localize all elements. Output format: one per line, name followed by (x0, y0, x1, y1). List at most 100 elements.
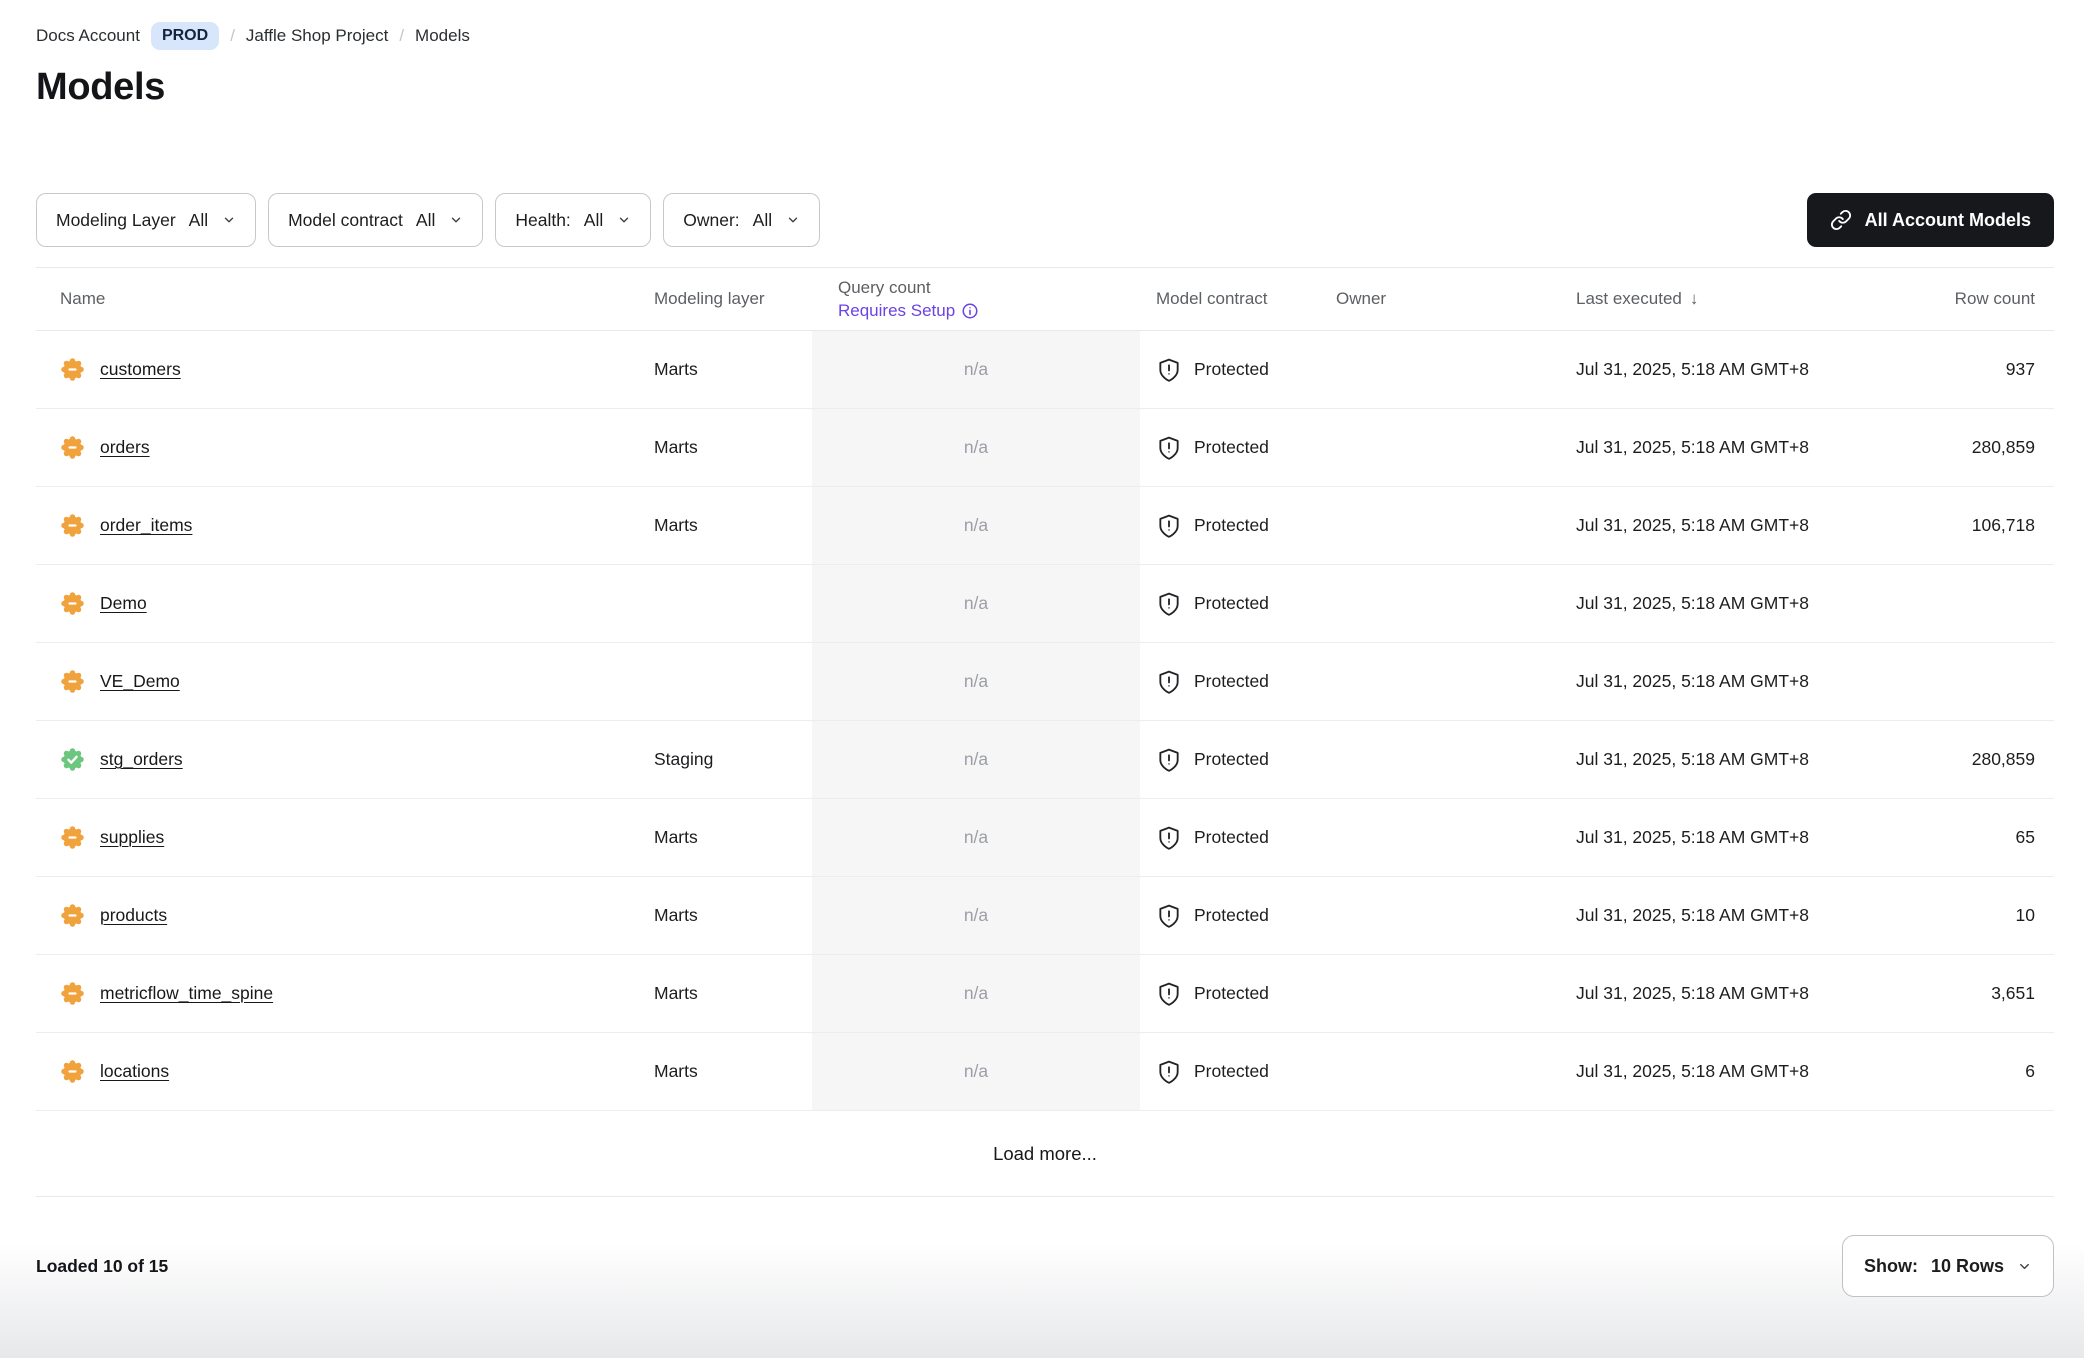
breadcrumb-account[interactable]: Docs Account (36, 26, 140, 46)
query-count-cell: n/a (812, 487, 1140, 564)
model-contract-value: Protected (1194, 593, 1269, 614)
filter-model-contract[interactable]: Model contract All (268, 193, 483, 247)
query-count-value: n/a (964, 827, 988, 848)
last-executed-cell: Jul 31, 2025, 5:18 AM GMT+8 (1520, 437, 1852, 458)
breadcrumb-project[interactable]: Jaffle Shop Project (246, 26, 388, 46)
last-executed-cell: Jul 31, 2025, 5:18 AM GMT+8 (1520, 983, 1852, 1004)
query-count-value: n/a (964, 983, 988, 1004)
row-count-cell: 65 (1852, 827, 2054, 848)
table-row: supplies Marts n/a Protected Jul 31, 202… (36, 799, 2054, 877)
query-count-value: n/a (964, 437, 988, 458)
requires-setup-label: Requires Setup (838, 299, 955, 322)
name-cell: locations (36, 1059, 648, 1084)
model-link[interactable]: order_items (100, 515, 192, 536)
model-link[interactable]: metricflow_time_spine (100, 983, 273, 1004)
query-count-cell: n/a (812, 877, 1140, 954)
requires-setup-link[interactable]: Requires Setup (838, 299, 979, 322)
model-contract-value: Protected (1194, 1061, 1269, 1082)
toolbar: Modeling Layer All Model contract All He… (36, 193, 2054, 247)
load-more-button[interactable]: Load more... (993, 1143, 1097, 1165)
query-count-cell: n/a (812, 409, 1140, 486)
load-more-row: Load more... (36, 1111, 2054, 1197)
filter-label: Model contract (288, 210, 403, 231)
table-row: locations Marts n/a Protected Jul 31, 20… (36, 1033, 2054, 1111)
chevron-down-icon (617, 213, 631, 227)
shield-icon (1156, 747, 1182, 773)
info-icon[interactable] (961, 302, 979, 320)
model-link[interactable]: VE_Demo (100, 671, 180, 692)
query-count-cell: n/a (812, 1033, 1140, 1110)
modeling-layer-cell: Marts (648, 359, 812, 380)
chevron-down-icon (786, 213, 800, 227)
filter-value: All (416, 210, 435, 231)
shield-icon (1156, 357, 1182, 383)
model-link[interactable]: supplies (100, 827, 164, 848)
health-warning-icon (60, 825, 85, 850)
model-contract-cell: Protected (1140, 669, 1330, 695)
show-rows-value: 10 Rows (1931, 1256, 2004, 1277)
model-contract-cell: Protected (1140, 435, 1330, 461)
header-last-executed[interactable]: Last executed ↓ (1520, 289, 1852, 309)
query-count-value: n/a (964, 1061, 988, 1082)
query-count-value: n/a (964, 749, 988, 770)
row-count-cell: 3,651 (1852, 983, 2054, 1004)
model-link[interactable]: customers (100, 359, 181, 380)
row-count-cell: 6 (1852, 1061, 2054, 1082)
table-row: products Marts n/a Protected Jul 31, 202… (36, 877, 2054, 955)
query-count-cell: n/a (812, 955, 1140, 1032)
model-contract-cell: Protected (1140, 513, 1330, 539)
table-row: VE_Demo n/a Protected Jul 31, 2025, 5:18… (36, 643, 2054, 721)
last-executed-cell: Jul 31, 2025, 5:18 AM GMT+8 (1520, 671, 1852, 692)
name-cell: orders (36, 435, 648, 460)
health-warning-icon (60, 669, 85, 694)
all-account-models-button[interactable]: All Account Models (1807, 193, 2054, 247)
modeling-layer-cell: Marts (648, 983, 812, 1004)
chevron-down-icon (222, 213, 236, 227)
model-contract-cell: Protected (1140, 981, 1330, 1007)
health-warning-icon (60, 357, 85, 382)
models-table: Name Modeling layer Query count Requires… (36, 267, 2054, 1197)
filter-owner[interactable]: Owner: All (663, 193, 820, 247)
filter-modeling-layer[interactable]: Modeling Layer All (36, 193, 256, 247)
query-count-cell: n/a (812, 799, 1140, 876)
breadcrumb-separator: / (399, 26, 404, 46)
header-name: Name (36, 289, 648, 309)
header-model-contract: Model contract (1140, 289, 1330, 309)
model-link[interactable]: products (100, 905, 167, 926)
header-row-count: Row count (1852, 289, 2054, 309)
show-rows-select[interactable]: Show: 10 Rows (1842, 1235, 2054, 1297)
shield-icon (1156, 669, 1182, 695)
shield-icon (1156, 591, 1182, 617)
all-account-models-label: All Account Models (1865, 210, 2031, 231)
row-count-cell: 280,859 (1852, 437, 2054, 458)
model-link[interactable]: locations (100, 1061, 169, 1082)
name-cell: order_items (36, 513, 648, 538)
model-link[interactable]: stg_orders (100, 749, 183, 770)
shield-icon (1156, 435, 1182, 461)
health-warning-icon (60, 981, 85, 1006)
shield-icon (1156, 981, 1182, 1007)
header-owner: Owner (1330, 289, 1520, 309)
model-contract-value: Protected (1194, 749, 1269, 770)
last-executed-cell: Jul 31, 2025, 5:18 AM GMT+8 (1520, 359, 1852, 380)
filter-value: All (753, 210, 772, 231)
filter-label: Owner: (683, 210, 739, 231)
shield-icon (1156, 825, 1182, 851)
model-link[interactable]: Demo (100, 593, 147, 614)
header-last-executed-label: Last executed (1576, 289, 1682, 309)
filter-label: Health: (515, 210, 570, 231)
model-contract-cell: Protected (1140, 1059, 1330, 1085)
health-success-icon (60, 747, 85, 772)
model-link[interactable]: orders (100, 437, 150, 458)
query-count-cell: n/a (812, 565, 1140, 642)
filter-health[interactable]: Health: All (495, 193, 651, 247)
row-count-cell: 10 (1852, 905, 2054, 926)
modeling-layer-cell: Marts (648, 905, 812, 926)
model-contract-value: Protected (1194, 905, 1269, 926)
shield-icon (1156, 1059, 1182, 1085)
table-row: Demo n/a Protected Jul 31, 2025, 5:18 AM… (36, 565, 2054, 643)
health-warning-icon (60, 591, 85, 616)
modeling-layer-cell: Marts (648, 827, 812, 848)
modeling-layer-cell: Marts (648, 1061, 812, 1082)
query-count-value: n/a (964, 905, 988, 926)
